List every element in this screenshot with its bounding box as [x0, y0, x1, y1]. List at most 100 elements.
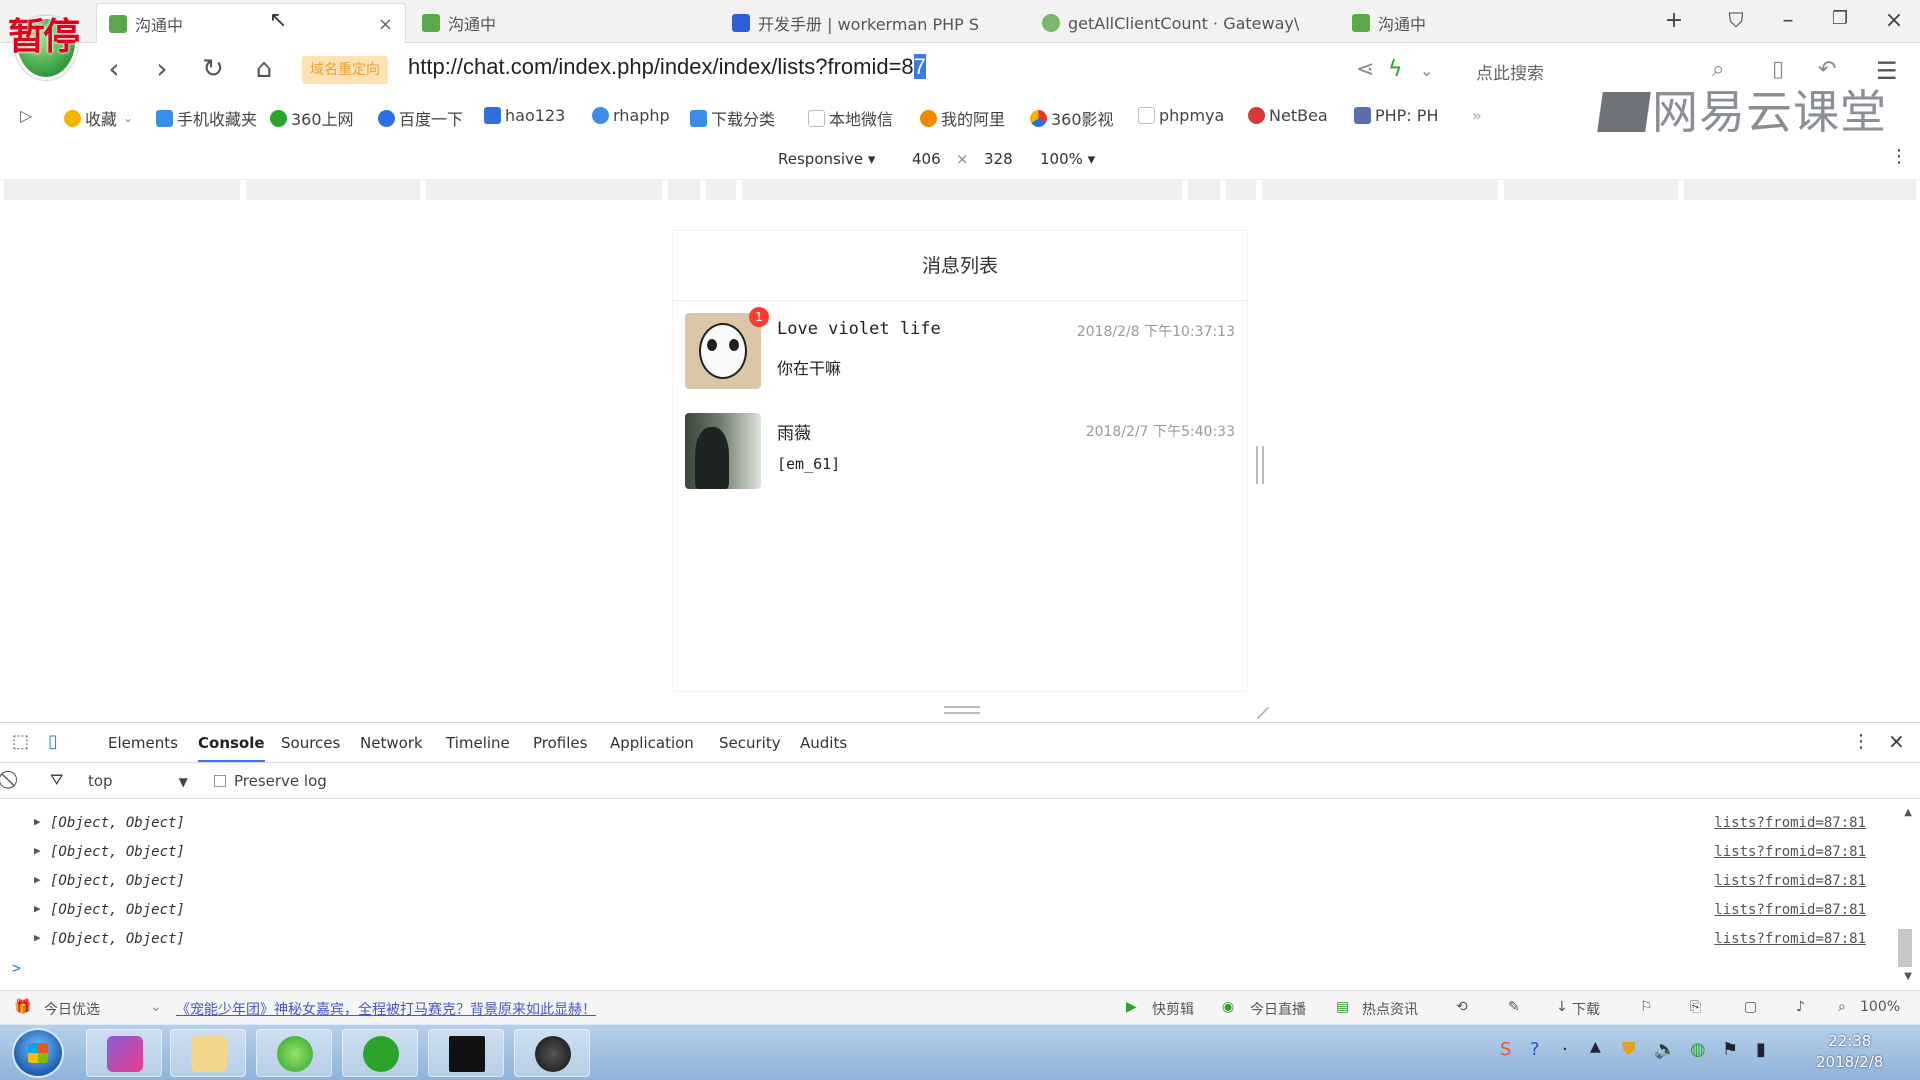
context-select[interactable]: top ▼: [88, 772, 188, 790]
url-input[interactable]: http://chat.com/index.php/index/index/li…: [408, 54, 926, 80]
tab-4[interactable]: getAllClientCount · Gateway\: [1030, 3, 1340, 43]
sound-icon[interactable]: ♪: [1796, 999, 1805, 1015]
tab-5[interactable]: 沟通中: [1340, 3, 1580, 43]
restore-icon[interactable]: ❐: [1826, 8, 1854, 29]
history-icon[interactable]: ⟲: [1456, 999, 1468, 1015]
quick-cut-button[interactable]: 快剪辑: [1152, 999, 1194, 1019]
taskbar-app-obs[interactable]: [514, 1029, 590, 1077]
hot-news-button[interactable]: 热点资讯: [1362, 999, 1418, 1019]
chevron-down-icon[interactable]: ⌄: [1420, 61, 1433, 80]
action-center-icon[interactable]: ⚑: [1722, 1039, 1738, 1060]
checkbox-box[interactable]: [214, 775, 226, 787]
volume-icon[interactable]: 🔈: [1654, 1039, 1676, 1060]
width-resize-handle[interactable]: [1256, 446, 1264, 484]
taskbar-app-wechat[interactable]: [342, 1029, 418, 1077]
network-icon[interactable]: ▮: [1756, 1039, 1766, 1060]
window-icon[interactable]: ▢: [1744, 999, 1757, 1015]
expand-triangle-icon[interactable]: ▶: [34, 815, 41, 828]
tab-application[interactable]: Application: [610, 734, 694, 752]
bookmark-item[interactable]: rhaphp: [592, 106, 670, 125]
console-scrollbar[interactable]: [1898, 929, 1912, 967]
log-source-link[interactable]: lists?fromid=87:81: [1714, 815, 1866, 831]
console-log-entry[interactable]: ▶ [Object, Object] lists?fromid=87:81: [0, 867, 1900, 896]
flash-icon[interactable]: ϟ: [1388, 57, 1403, 82]
help-icon[interactable]: ?: [1530, 1039, 1540, 1060]
bookmark-item[interactable]: 收藏 ⌄: [64, 106, 133, 130]
console-log-entry[interactable]: ▶ [Object, Object] lists?fromid=87:81: [0, 809, 1900, 838]
log-source-link[interactable]: lists?fromid=87:81: [1714, 902, 1866, 918]
height-field[interactable]: 328: [984, 150, 1013, 168]
bookmark-item[interactable]: phpmya: [1138, 106, 1224, 125]
show-hidden-icon[interactable]: ▲: [1590, 1039, 1601, 1055]
close-window-icon[interactable]: ×: [1880, 8, 1908, 33]
expand-triangle-icon[interactable]: ▶: [34, 902, 41, 915]
search-hint[interactable]: 点此搜索: [1476, 59, 1544, 84]
download-icon[interactable]: ↓: [1556, 999, 1568, 1015]
console-log-entry[interactable]: ▶ [Object, Object] lists?fromid=87:81: [0, 896, 1900, 925]
log-source-link[interactable]: lists?fromid=87:81: [1714, 873, 1866, 889]
taskbar-app-360browser[interactable]: [256, 1029, 332, 1077]
forward-icon[interactable]: ›: [146, 55, 178, 83]
more-bookmarks-icon[interactable]: »: [1472, 106, 1482, 125]
news-ticker-link[interactable]: 《宠能少年团》神秘女嘉宾，全程被打马赛克？背景原来如此显赫！: [176, 999, 596, 1019]
zoom-select[interactable]: 100% ▾: [1040, 150, 1095, 168]
avatar[interactable]: [685, 413, 761, 489]
system-clock[interactable]: 22:38 2018/2/8: [1816, 1031, 1883, 1073]
flag-icon[interactable]: ⚐: [1640, 999, 1653, 1015]
page-zoom[interactable]: 100%: [1860, 999, 1900, 1015]
scroll-up-icon[interactable]: ▲: [1904, 807, 1912, 818]
chevron-down-icon[interactable]: ⌄: [150, 999, 162, 1015]
scroll-down-icon[interactable]: ▼: [1904, 971, 1912, 982]
console-log-entry[interactable]: ▶ [Object, Object] lists?fromid=87:81: [0, 838, 1900, 867]
preserve-log-checkbox[interactable]: Preserve log: [214, 772, 327, 790]
back-icon[interactable]: ‹: [98, 55, 130, 83]
message-item[interactable]: 1 Love violet life 2018/2/8 下午10:37:13 你…: [673, 301, 1247, 401]
bookmark-item[interactable]: 下载分类: [690, 106, 775, 130]
bookmark-item[interactable]: NetBea: [1248, 106, 1328, 125]
tab-2[interactable]: 沟通中: [410, 3, 720, 43]
new-tab-icon[interactable]: +: [1660, 8, 1688, 33]
taskbar-app-explorer[interactable]: [170, 1029, 246, 1077]
bookmark-item[interactable]: 360影视: [1030, 106, 1114, 130]
devtools-menu-icon[interactable]: ⋮: [1852, 731, 1870, 752]
close-tab-icon[interactable]: ×: [378, 14, 393, 35]
live-button[interactable]: 今日直播: [1250, 999, 1306, 1019]
zoom-icon[interactable]: ⌕: [1838, 999, 1846, 1015]
tab-security[interactable]: Security: [719, 734, 781, 752]
expand-triangle-icon[interactable]: ▶: [34, 873, 41, 886]
start-button[interactable]: [12, 1028, 64, 1078]
height-resize-handle[interactable]: [944, 706, 980, 714]
tab-sources[interactable]: Sources: [281, 734, 340, 752]
restore-tabs-icon[interactable]: ⎘: [1690, 999, 1701, 1015]
bookmark-item[interactable]: PHP: PH: [1354, 106, 1438, 125]
taskbar-app-cmd[interactable]: [428, 1029, 504, 1077]
tab-3[interactable]: 开发手册 | workerman PHP S: [720, 3, 1030, 43]
minimize-icon[interactable]: –: [1774, 8, 1802, 33]
expand-triangle-icon[interactable]: ▶: [34, 844, 41, 857]
device-mode-select[interactable]: Responsive ▾: [778, 150, 875, 168]
download-button[interactable]: 下载: [1572, 999, 1600, 1019]
share-icon[interactable]: ⋖: [1356, 57, 1374, 82]
bookmark-item[interactable]: 360上网: [270, 106, 354, 130]
today-pick[interactable]: 今日优选: [44, 999, 100, 1019]
avatar[interactable]: [685, 313, 761, 389]
tab-audits[interactable]: Audits: [800, 734, 847, 752]
bookmark-item[interactable]: 我的阿里: [920, 106, 1005, 130]
shield-tray-icon[interactable]: ⛊: [1622, 1039, 1636, 1060]
log-source-link[interactable]: lists?fromid=87:81: [1714, 844, 1866, 860]
bookmark-item[interactable]: hao123: [484, 106, 565, 125]
tray-dot-icon[interactable]: ·: [1562, 1039, 1568, 1060]
tab-timeline[interactable]: Timeline: [446, 734, 510, 752]
browser-logo[interactable]: 暂停: [4, 2, 90, 82]
message-item[interactable]: 雨薇 2018/2/7 下午5:40:33 [em_61]: [673, 401, 1247, 501]
shirt-icon[interactable]: ⛉: [1722, 8, 1750, 32]
device-toggle-icon[interactable]: ▯: [48, 731, 58, 752]
width-field[interactable]: 406: [912, 150, 941, 168]
sidebar-toggle-icon[interactable]: ▷: [20, 106, 32, 125]
sogou-icon[interactable]: S: [1500, 1039, 1511, 1060]
tab-1[interactable]: 沟通中 ↖ ×: [96, 3, 406, 43]
close-devtools-icon[interactable]: ×: [1888, 729, 1905, 753]
bookmark-item[interactable]: 手机收藏夹: [156, 106, 257, 130]
log-source-link[interactable]: lists?fromid=87:81: [1714, 931, 1866, 947]
expand-triangle-icon[interactable]: ▶: [34, 931, 41, 944]
